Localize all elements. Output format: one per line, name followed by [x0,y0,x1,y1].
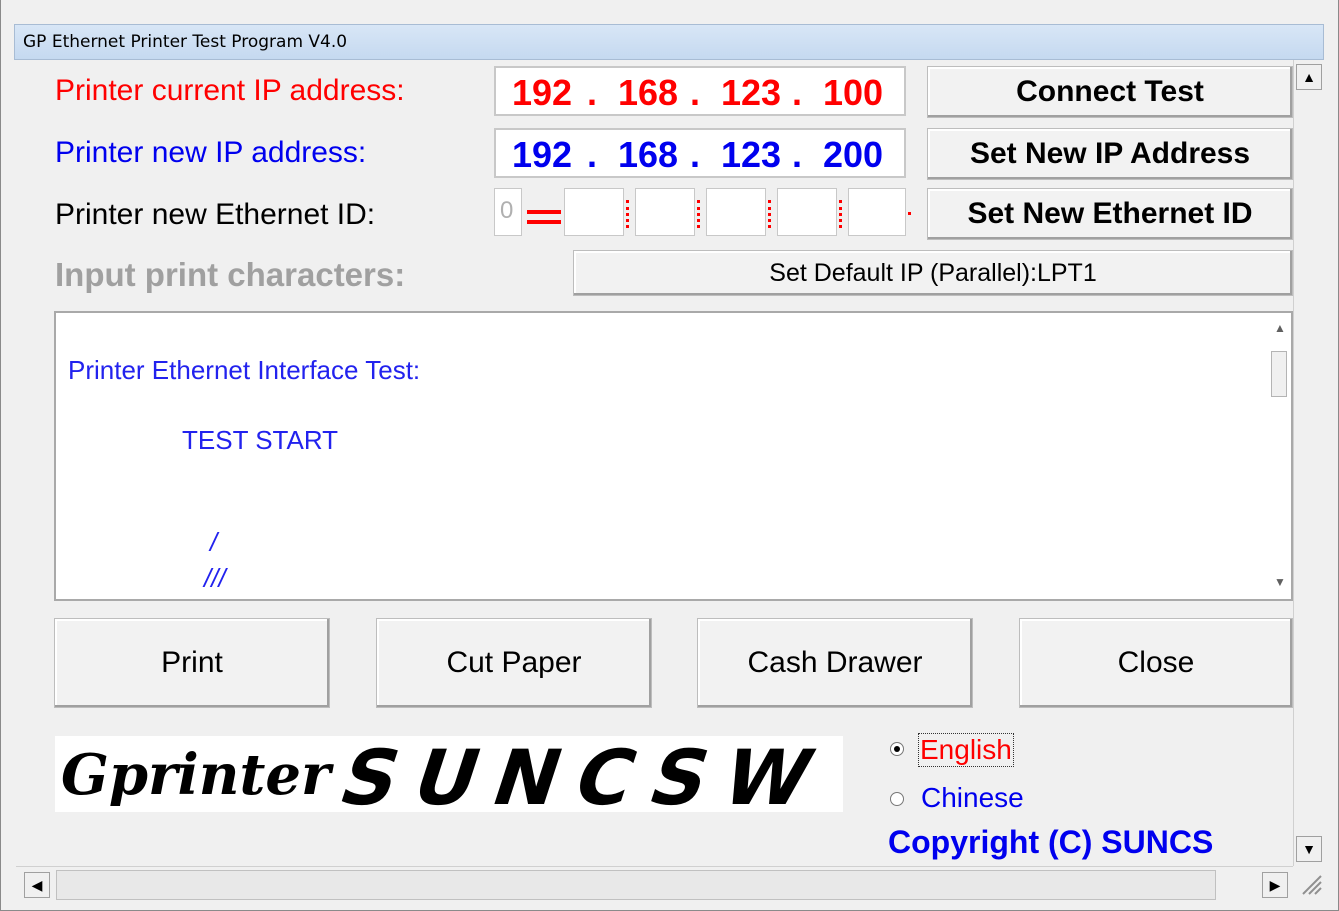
ethernet-id-label: Printer new Ethernet ID: [55,198,376,231]
new-ip-label: Printer new IP address: [55,136,367,169]
ethernet-id-field-3[interactable] [706,188,766,236]
text-line: Printer Ethernet Interface Test: [68,355,421,385]
new-ip-octet-3: 123 [721,134,782,175]
ethernet-id-separator [527,220,561,224]
scroll-down-icon[interactable]: ▼ [1274,575,1286,589]
ethernet-id-field-4[interactable] [777,188,837,236]
new-ip-dot: . [690,134,701,175]
ethernet-id-first-value: 0 [500,197,514,224]
window-title: GP Ethernet Printer Test Program V4.0 [23,32,348,52]
current-ip-octet-4: 100 [823,72,884,113]
title-bar: GP Ethernet Printer Test Program V4.0 [14,24,1324,60]
svg-text:Gprinter: Gprinter [61,742,334,808]
connect-test-button[interactable]: Connect Test [927,66,1293,118]
text-line: / [210,527,218,557]
current-ip-label: Printer current IP address: [55,74,405,107]
new-ip-input[interactable]: 192 . 168 . 123 . 200 [494,128,906,178]
new-ip-octet-2: 168 [618,134,679,175]
ethernet-id-field-5[interactable] [848,188,906,236]
ethernet-id-colon [768,200,775,228]
text-line: /// [204,563,226,593]
new-ip-octet-4: 200 [823,134,884,175]
resize-grip-icon[interactable] [1297,870,1323,896]
ethernet-id-colon [697,200,704,228]
scroll-down-icon[interactable]: ▼ [1296,836,1322,862]
ethernet-id-dot [908,212,911,215]
scroll-left-icon[interactable]: ◀ [24,872,50,898]
ethernet-id-colon [626,200,633,228]
print-text-area[interactable]: Printer Ethernet Interface Test: TEST ST… [54,311,1293,601]
current-ip-octet-3: 123 [721,72,782,113]
window-horizontal-scrollbar[interactable]: ◀ ▶ [16,866,1293,902]
chinese-radio[interactable] [890,792,904,806]
cut-paper-button[interactable]: Cut Paper [376,618,652,708]
new-ip-octet-1: 192 [512,134,573,175]
text-line: TEST START [182,425,339,455]
chinese-radio-label[interactable]: Chinese [921,782,1024,814]
current-ip-dot: . [587,72,598,113]
new-ip-dot: . [587,134,598,175]
horizontal-scrollbar-thumb[interactable] [56,870,1216,900]
current-ip-dot: . [792,72,803,113]
ethernet-id-field-2[interactable] [635,188,695,236]
text-area-scrollbar[interactable]: ▲ ▼ [1267,313,1291,599]
svg-text:SUNCSW: SUNCSW [329,736,828,812]
copyright-text: Copyright (C) SUNCS [888,824,1214,860]
english-radio-label[interactable]: English [918,733,1014,767]
input-characters-label: Input print characters: [55,256,406,293]
new-ip-dot: . [792,134,803,175]
scroll-right-icon[interactable]: ▶ [1262,872,1288,898]
close-button[interactable]: Close [1019,618,1293,708]
scroll-up-icon[interactable]: ▲ [1274,321,1286,335]
english-radio[interactable] [890,742,904,756]
ethernet-id-colon [839,200,846,228]
gprinter-suncsw-logo: Gprinter SUNCSW [55,735,843,823]
current-ip-octet-1: 192 [512,72,573,113]
current-ip-dot: . [690,72,701,113]
cash-drawer-button[interactable]: Cash Drawer [697,618,973,708]
ethernet-id-first-field[interactable]: 0 [494,188,522,236]
print-button[interactable]: Print [54,618,330,708]
current-ip-input[interactable]: 192 . 168 . 123 . 100 [494,66,906,116]
set-new-ethernet-id-button[interactable]: Set New Ethernet ID [927,188,1293,240]
scrollbar-thumb[interactable] [1271,351,1287,397]
scroll-up-icon[interactable]: ▲ [1296,64,1322,90]
ethernet-id-separator [527,210,561,214]
set-new-ip-button[interactable]: Set New IP Address [927,128,1293,180]
window-vertical-scrollbar[interactable]: ▲ ▼ [1293,60,1324,866]
set-default-ip-button[interactable]: Set Default IP (Parallel):LPT1 [573,250,1293,296]
ethernet-id-field-1[interactable] [564,188,624,236]
current-ip-octet-2: 168 [618,72,679,113]
app-window: GP Ethernet Printer Test Program V4.0 Pr… [0,0,1339,911]
